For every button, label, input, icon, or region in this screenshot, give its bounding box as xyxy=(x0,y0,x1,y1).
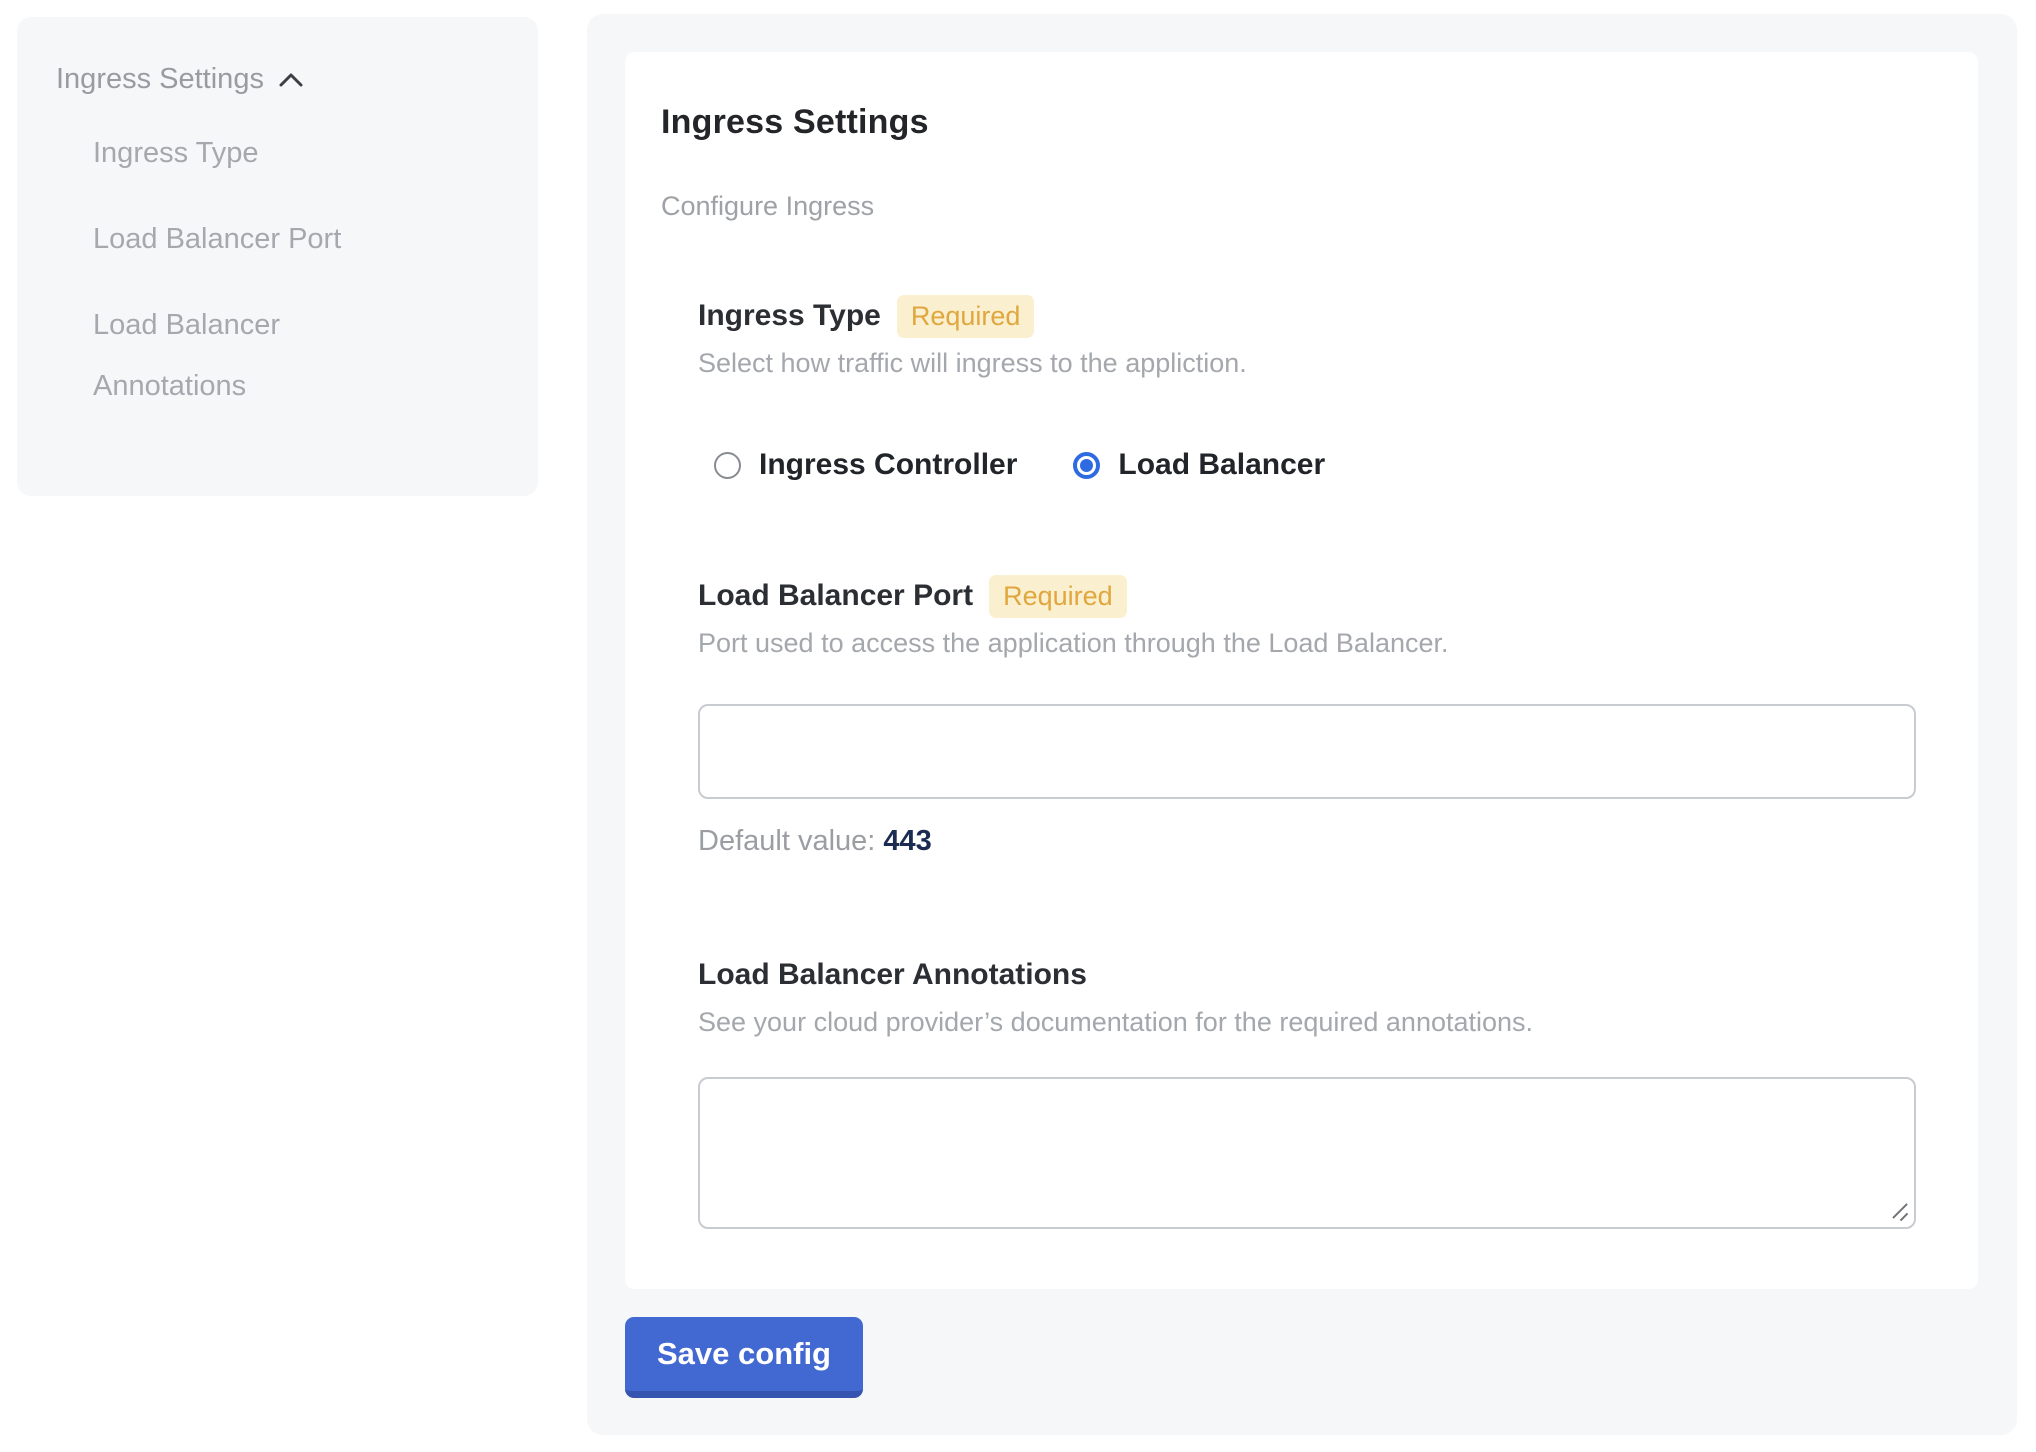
load-balancer-annotations-label: Load Balancer Annotations xyxy=(698,958,1087,992)
annotations-textarea-wrap xyxy=(698,1077,1916,1229)
sidebar-item-ingress-type[interactable]: Ingress Type xyxy=(93,123,433,184)
sidebar-group-ingress-settings[interactable]: Ingress Settings xyxy=(56,63,508,96)
required-badge: Required xyxy=(897,295,1035,338)
settings-sidebar: Ingress Settings Ingress Type Load Balan… xyxy=(17,17,538,496)
ingress-settings-card: Ingress Settings Configure Ingress Ingre… xyxy=(625,52,1978,1289)
section-load-balancer-annotations: Load Balancer Annotations See your cloud… xyxy=(698,953,1942,1229)
radio-option-ingress-controller[interactable]: Ingress Controller xyxy=(714,448,1017,482)
section-ingress-type-head: Ingress Type Required xyxy=(698,294,1942,338)
chevron-up-icon xyxy=(276,68,306,94)
load-balancer-annotations-textarea[interactable] xyxy=(698,1077,1916,1229)
ingress-type-radio-group: Ingress Controller Load Balancer xyxy=(698,448,1942,482)
sidebar-item-load-balancer-annotations[interactable]: Load Balancer Annotations xyxy=(93,295,433,417)
save-config-button[interactable]: Save config xyxy=(625,1317,863,1398)
required-badge: Required xyxy=(989,575,1127,618)
default-value-line: Default value:443 xyxy=(698,821,1942,861)
ingress-type-description: Select how traffic will ingress to the a… xyxy=(698,344,1942,382)
load-balancer-port-input[interactable] xyxy=(698,704,1916,799)
radio-option-load-balancer[interactable]: Load Balancer xyxy=(1073,448,1325,482)
section-load-balancer-port-head: Load Balancer Port Required xyxy=(698,574,1942,618)
section-ingress-type: Ingress Type Required Select how traffic… xyxy=(698,294,1942,482)
section-load-balancer-annotations-head: Load Balancer Annotations xyxy=(698,953,1942,997)
radio-unchecked-icon[interactable] xyxy=(714,452,741,479)
ingress-settings-panel: Ingress Settings Configure Ingress Ingre… xyxy=(587,14,2017,1435)
page-title: Ingress Settings xyxy=(661,102,1942,142)
default-value: 443 xyxy=(883,825,931,857)
section-load-balancer-port: Load Balancer Port Required Port used to… xyxy=(698,574,1942,861)
radio-label-ingress-controller: Ingress Controller xyxy=(759,448,1017,482)
load-balancer-port-description: Port used to access the application thro… xyxy=(698,624,1942,662)
radio-checked-icon[interactable] xyxy=(1073,452,1100,479)
load-balancer-annotations-description: See your cloud provider’s documentation … xyxy=(698,1003,1942,1041)
load-balancer-port-label: Load Balancer Port xyxy=(698,579,973,613)
radio-label-load-balancer: Load Balancer xyxy=(1118,448,1325,482)
ingress-type-label: Ingress Type xyxy=(698,299,881,333)
page-subtitle: Configure Ingress xyxy=(661,190,1942,222)
sidebar-group-label: Ingress Settings xyxy=(56,63,264,96)
resize-handle-icon[interactable] xyxy=(1891,1202,1909,1220)
default-value-label: Default value: xyxy=(698,825,875,857)
sidebar-item-load-balancer-port[interactable]: Load Balancer Port xyxy=(93,209,433,270)
sidebar-anchor-list: Ingress Type Load Balancer Port Load Bal… xyxy=(56,123,508,417)
